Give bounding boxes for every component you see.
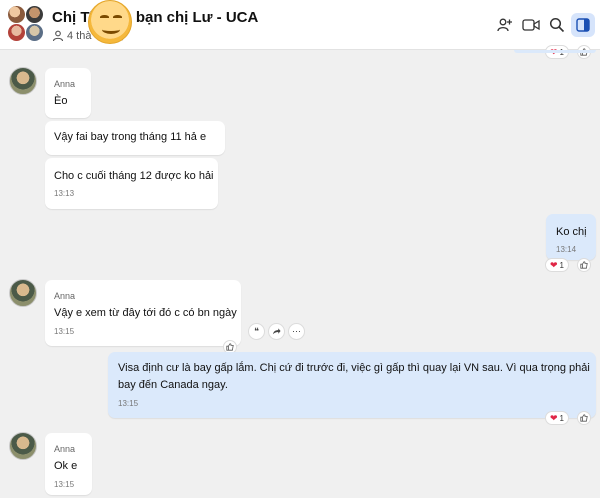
- member-avatar: [8, 24, 25, 41]
- forward-icon: [272, 328, 281, 335]
- person-icon: [52, 30, 64, 42]
- reaction-heart[interactable]: ❤ 1: [545, 258, 569, 272]
- message-bubble[interactable]: Anna Vậy e xem từ đây tới đó c có bn ngà…: [45, 280, 241, 346]
- message-text-line: bay đến Canada ngay.: [118, 379, 228, 391]
- reaction-count: 1: [559, 413, 564, 423]
- reaction-heart[interactable]: ❤ 1: [545, 411, 569, 425]
- previous-message-bubble: [514, 50, 596, 53]
- add-person-button[interactable]: [494, 14, 516, 36]
- reaction-count: 1: [559, 260, 564, 270]
- message-text: Èo: [54, 95, 68, 107]
- message-time: 13:13: [54, 189, 75, 198]
- sender-name: Anna: [54, 444, 76, 454]
- thumbs-up-icon: [580, 261, 588, 269]
- add-person-icon: [497, 18, 512, 32]
- thumbs-up-icon: [580, 414, 588, 422]
- message-bubble[interactable]: Anna Èo: [45, 68, 91, 118]
- chat-title[interactable]: Chị Th - bạn chị Lư - UCA: [52, 9, 258, 26]
- sender-name: Anna: [54, 79, 76, 89]
- message-text: Cho c cuối tháng 12 được ko hải: [54, 170, 214, 182]
- message-bubble[interactable]: Cho c cuối tháng 12 được ko hải 13:13: [45, 158, 218, 209]
- video-call-button[interactable]: [520, 14, 542, 36]
- video-call-icon: [522, 19, 540, 31]
- message-bubble[interactable]: Ko chị 13:14: [546, 214, 596, 260]
- avatar[interactable]: [9, 67, 37, 95]
- chat-header: Chị Th - bạn chị Lư - UCA 4 thà: [0, 0, 600, 50]
- message-time: 13:15: [118, 399, 139, 408]
- message-text: Vậy e xem từ đây tới đó c có bn ngày: [54, 307, 237, 319]
- member-avatar: [26, 24, 43, 41]
- search-button[interactable]: [546, 14, 568, 36]
- quote-icon: ❝: [254, 326, 259, 336]
- more-options-button[interactable]: ⋯: [288, 323, 305, 340]
- member-avatar: [26, 6, 43, 23]
- smiley-emoji-icon: [88, 0, 132, 44]
- side-panel-button[interactable]: [571, 13, 595, 37]
- message-bubble[interactable]: Visa định cư là bay gấp lắm. Chị cứ đi t…: [108, 352, 596, 418]
- side-panel-icon: [576, 18, 590, 32]
- message-time: 13:15: [54, 480, 75, 489]
- avatar[interactable]: [9, 432, 37, 460]
- like-button[interactable]: [577, 411, 591, 425]
- message-bubble[interactable]: Anna Ok e 13:15: [45, 433, 92, 495]
- message-text-line: Visa định cư là bay gấp lắm. Chị cứ đi t…: [118, 362, 590, 374]
- quote-button[interactable]: ❝: [248, 323, 265, 340]
- message-text: Ok e: [54, 460, 78, 472]
- message-bubble[interactable]: Vậy fai bay trong tháng 11 hả e: [45, 121, 225, 155]
- sender-name: Anna: [54, 291, 76, 301]
- group-avatar[interactable]: [8, 6, 44, 42]
- search-icon: [549, 17, 565, 33]
- member-avatar: [8, 6, 25, 23]
- heart-icon: ❤: [550, 259, 558, 270]
- member-count: 4 thà: [67, 30, 92, 42]
- chat-title-right: - bạn chị Lư - UCA: [126, 9, 259, 26]
- avatar[interactable]: [9, 279, 37, 307]
- forward-button[interactable]: [268, 323, 285, 340]
- message-time: 13:14: [556, 245, 577, 254]
- thumbs-up-icon: [226, 343, 234, 351]
- message-text: Vậy fai bay trong tháng 11 hả e: [54, 131, 207, 143]
- message-text: Ko chị: [556, 226, 587, 238]
- heart-icon: ❤: [550, 412, 558, 423]
- like-button[interactable]: [577, 258, 591, 272]
- message-time: 13:15: [54, 327, 75, 336]
- more-icon: ⋯: [292, 326, 301, 336]
